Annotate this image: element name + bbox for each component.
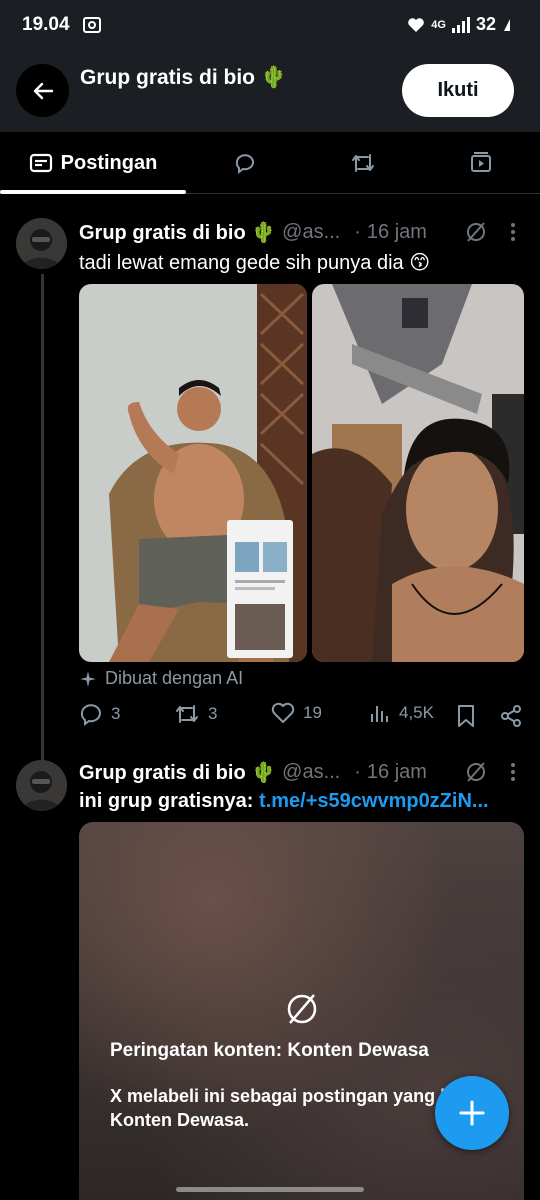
post-text-prefix: ini grup gratisnya:: [79, 790, 260, 812]
repost-count: 3: [208, 704, 218, 723]
repost-icon: [176, 705, 198, 723]
reply-icon: [80, 704, 101, 726]
signal-icon: [451, 16, 470, 33]
tab-media[interactable]: [436, 132, 526, 194]
sparkle-icon: [80, 670, 96, 687]
views-icon: [371, 706, 388, 722]
like-button[interactable]: 19: [271, 702, 322, 724]
media-icon: [471, 152, 491, 172]
author-handle[interactable]: @as...: [282, 761, 340, 784]
heart-status-icon: [408, 17, 425, 32]
back-button[interactable]: [16, 64, 69, 117]
arrow-left-icon: [33, 82, 53, 99]
ai-generated-label: Dibuat dengan AI: [79, 668, 243, 689]
more-options-icon[interactable]: [508, 220, 518, 244]
network-label: 4G: [431, 18, 446, 31]
reply-icon: [235, 154, 254, 174]
screenshot-icon: [83, 17, 101, 33]
bookmark-icon[interactable]: [456, 704, 476, 728]
author-name[interactable]: Grup gratis di bio 🌵: [79, 760, 276, 785]
follow-button[interactable]: Ikuti: [402, 64, 514, 117]
post-image-1[interactable]: [79, 284, 307, 662]
plus-icon: [459, 1100, 485, 1126]
separator-dot: ·: [354, 761, 361, 783]
thread-connector: [41, 274, 44, 760]
post-text: tadi lewat emang gede sih punya dia 😙: [79, 252, 431, 274]
content-warning-title: Peringatan konten: Konten Dewasa: [110, 1040, 429, 1061]
eye-slash-icon: [287, 994, 317, 1024]
tab-posts-label: Postingan: [60, 151, 158, 174]
page-title: Grup gratis di bio 🌵: [80, 66, 287, 89]
share-icon[interactable]: [499, 704, 523, 728]
reply-count: 3: [111, 704, 121, 723]
separator-dot: ·: [354, 221, 361, 243]
profile-header: Grup gratis di bio 🌵 Ikuti: [0, 52, 540, 132]
home-indicator[interactable]: [176, 1187, 364, 1192]
status-time: 19.04: [22, 14, 70, 35]
ai-label-text: Dibuat dengan AI: [105, 668, 244, 688]
post-time[interactable]: 16 jam: [367, 221, 427, 244]
views-count: 4,5K: [399, 703, 434, 722]
post-header: Grup gratis di bio 🌵 @as... · 16 jam: [79, 760, 427, 785]
post-time[interactable]: 16 jam: [367, 761, 427, 784]
battery-level: 32: [475, 14, 496, 34]
profile-tabs: Postingan: [0, 132, 540, 194]
grok-icon[interactable]: [464, 220, 488, 244]
post-image-2[interactable]: [312, 284, 524, 662]
tab-replies[interactable]: [200, 132, 290, 194]
grok-icon[interactable]: [464, 760, 488, 784]
post-actions: 3 3 19 4,5K: [79, 702, 524, 732]
tab-posts[interactable]: Postingan: [0, 132, 186, 194]
posts-icon: [29, 153, 52, 173]
heart-icon: [271, 702, 295, 723]
post-text: ini grup gratisnya: t.me/+s59cwvmp0zZiN.…: [79, 790, 489, 813]
post-header: Grup gratis di bio 🌵 @as... · 16 jam: [79, 220, 427, 245]
status-indicators: 4G 32: [407, 14, 512, 35]
avatar[interactable]: [16, 218, 67, 269]
repost-icon: [352, 154, 374, 172]
repost-button[interactable]: 3: [174, 702, 217, 726]
tab-reposts[interactable]: [318, 132, 408, 194]
author-handle[interactable]: @as...: [282, 221, 340, 244]
status-bar: 19.04 4G 32: [0, 0, 540, 52]
battery-icon: [504, 18, 510, 31]
active-tab-indicator: [0, 190, 186, 194]
views-button[interactable]: 4,5K: [369, 702, 434, 724]
like-count: 19: [303, 703, 322, 722]
post-link[interactable]: t.me/+s59cwvmp0zZiN...: [259, 790, 489, 812]
avatar[interactable]: [16, 760, 67, 811]
compose-button[interactable]: [435, 1076, 509, 1150]
reply-button[interactable]: 3: [79, 702, 120, 726]
more-options-icon[interactable]: [508, 760, 518, 784]
author-name[interactable]: Grup gratis di bio 🌵: [79, 220, 276, 245]
